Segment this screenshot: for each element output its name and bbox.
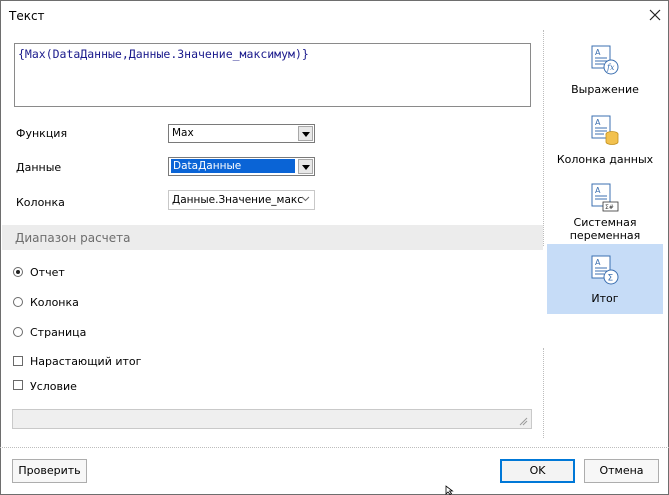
sidebar-item-expression[interactable]: A fx Выражение xyxy=(547,36,663,102)
sidebar-divider xyxy=(543,30,544,246)
svg-text:fx: fx xyxy=(606,63,615,72)
edit-pencil-icon xyxy=(519,417,528,426)
svg-text:A: A xyxy=(595,118,601,127)
radio-column-label[interactable]: Колонка xyxy=(30,296,79,309)
sidebar-item-system-variable-label: Системная переменная xyxy=(569,216,641,242)
data-select-value: DataДанные xyxy=(171,159,295,173)
data-label: Данные xyxy=(16,161,62,174)
radio-report-label[interactable]: Отчет xyxy=(30,266,65,279)
running-total-label[interactable]: Нарастающий итог xyxy=(30,355,141,368)
close-icon[interactable] xyxy=(646,6,664,24)
sidebar-item-total[interactable]: A Σ Итог xyxy=(547,244,663,314)
chevron-down-icon[interactable] xyxy=(298,126,313,141)
svg-text:A: A xyxy=(595,258,601,267)
svg-text:A: A xyxy=(595,48,601,57)
sidebar-item-expression-label: Выражение xyxy=(571,83,639,96)
running-total-checkbox[interactable] xyxy=(13,356,23,366)
chevron-down-icon[interactable] xyxy=(301,194,310,203)
sidebar-item-system-variable[interactable]: A Σ# Системная переменная xyxy=(547,176,663,242)
radio-column[interactable] xyxy=(13,297,23,307)
sidebar-divider-lower xyxy=(543,348,544,438)
sidebar-item-total-label: Итог xyxy=(591,292,619,305)
column-select[interactable]: Данные.Значение_макс xyxy=(168,190,315,210)
condition-checkbox[interactable] xyxy=(13,380,23,390)
radio-report[interactable] xyxy=(13,267,23,277)
svg-text:Σ: Σ xyxy=(608,274,614,284)
expression-editor[interactable]: {Max(DataДанные,Данные.Значение_максимум… xyxy=(14,43,531,107)
condition-label[interactable]: Условие xyxy=(30,380,77,393)
footer-divider xyxy=(0,447,669,448)
dialog-title: Текст xyxy=(9,9,45,23)
range-section-header: Диапазон расчета xyxy=(2,225,543,250)
radio-page-label[interactable]: Страница xyxy=(30,326,86,339)
expression-icon: A fx xyxy=(591,45,619,75)
data-column-icon: A xyxy=(591,115,619,145)
sidebar-item-data-column[interactable]: A Колонка данных xyxy=(547,106,663,172)
radio-page[interactable] xyxy=(13,327,23,337)
ok-button[interactable]: OK xyxy=(500,459,575,483)
condition-field xyxy=(12,409,532,429)
function-select-value: Max xyxy=(172,127,194,139)
column-select-value: Данные.Значение_макс xyxy=(172,194,304,206)
cancel-button[interactable]: Отмена xyxy=(584,459,659,483)
function-select[interactable]: Max xyxy=(168,124,315,143)
total-icon: A Σ xyxy=(591,255,619,285)
chevron-down-icon[interactable] xyxy=(298,159,313,174)
svg-text:Σ#: Σ# xyxy=(605,204,614,211)
column-label: Колонка xyxy=(16,196,65,209)
mouse-cursor-icon xyxy=(445,485,454,495)
range-section-title: Диапазон расчета xyxy=(15,231,131,245)
function-label: Функция xyxy=(16,127,68,140)
system-variable-icon: A Σ# xyxy=(591,183,619,212)
check-button[interactable]: Проверить xyxy=(12,459,87,483)
svg-text:A: A xyxy=(595,186,601,195)
sidebar-item-data-column-label: Колонка данных xyxy=(556,153,654,166)
data-select[interactable]: DataДанные xyxy=(168,157,315,176)
